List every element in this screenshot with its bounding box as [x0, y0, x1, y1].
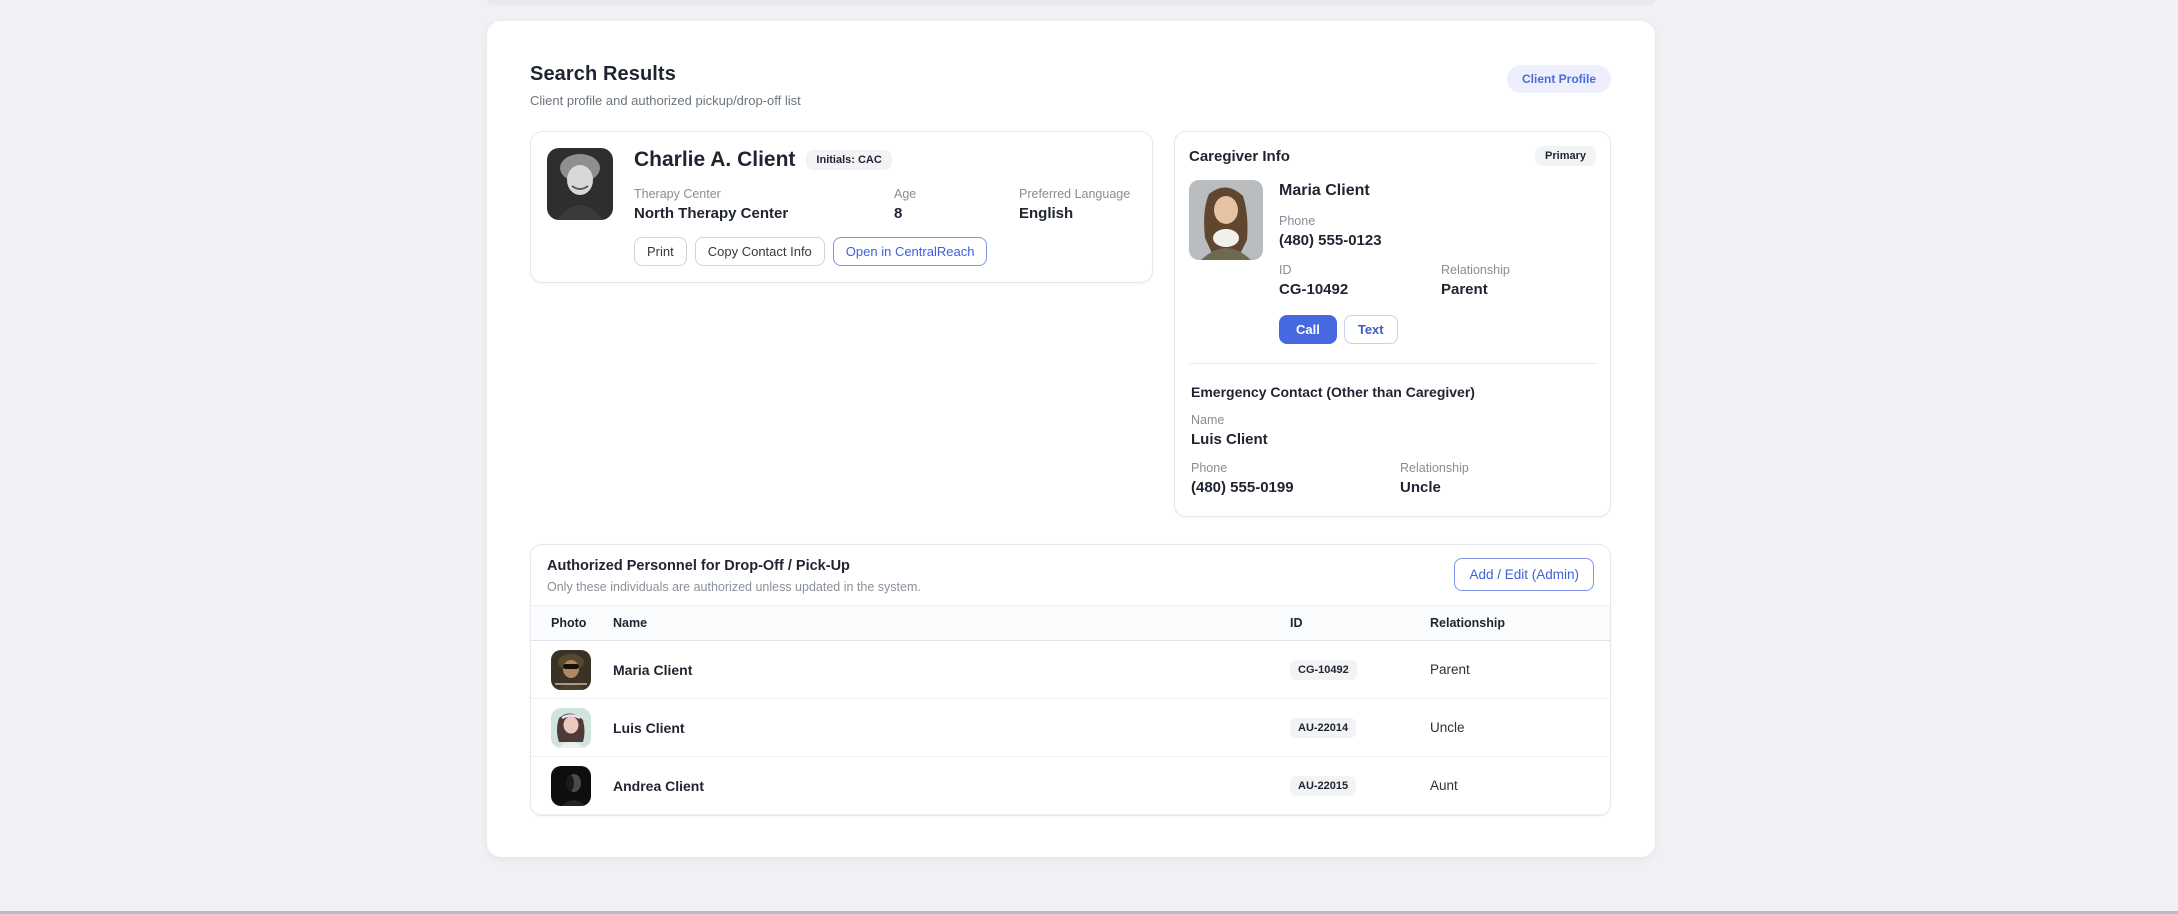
- caregiver-phone-field: Phone (480) 555-0123: [1279, 214, 1596, 249]
- caregiver-divider: [1189, 363, 1596, 364]
- row-name: Maria Client: [613, 662, 1290, 678]
- maria-row-photo: [551, 650, 591, 690]
- caregiver-main: Maria Client Phone (480) 555-0123 ID CG-…: [1279, 180, 1596, 344]
- caregiver-photo: [1189, 180, 1263, 260]
- client-name: Charlie A. Client: [634, 148, 795, 172]
- caregiver-name: Maria Client: [1279, 182, 1596, 200]
- caregiver-body: Maria Client Phone (480) 555-0123 ID CG-…: [1189, 180, 1596, 344]
- call-button[interactable]: Call: [1279, 315, 1337, 344]
- table-header-row: Photo Name ID Relationship: [531, 605, 1610, 641]
- field-therapy-center: Therapy Center North Therapy Center: [634, 187, 894, 222]
- field-label: Age: [894, 187, 1019, 201]
- row-relationship: Aunt: [1430, 778, 1590, 793]
- column-header-name: Name: [613, 606, 1290, 640]
- field-value: CG-10492: [1279, 281, 1441, 298]
- field-value: English: [1019, 205, 1136, 222]
- row-id-badge: AU-22015: [1290, 776, 1356, 796]
- emergency-relationship-field: Relationship Uncle: [1400, 461, 1594, 496]
- field-label: ID: [1279, 263, 1441, 277]
- panel-header-text: Search Results Client profile and author…: [530, 63, 801, 108]
- row-id-badge: AU-22014: [1290, 718, 1356, 738]
- client-card: Charlie A. Client Initials: CAC Therapy …: [530, 131, 1153, 283]
- field-value: North Therapy Center: [634, 205, 894, 222]
- search-results-panel: Search Results Client profile and author…: [487, 21, 1655, 857]
- row-id-cell: CG-10492: [1290, 660, 1430, 680]
- row-id-cell: AU-22014: [1290, 718, 1430, 738]
- emergency-phone-relationship: Phone (480) 555-0199 Relationship Uncle: [1191, 461, 1594, 496]
- top-edge-strip: [487, 0, 1655, 5]
- page-subtitle: Client profile and authorized pickup/dro…: [530, 93, 801, 108]
- table-row: Maria Client CG-10492 Parent: [531, 641, 1610, 699]
- add-edit-admin-button[interactable]: Add / Edit (Admin): [1454, 558, 1594, 591]
- client-photo: [547, 148, 613, 220]
- row-name: Andrea Client: [613, 778, 1290, 794]
- text-button[interactable]: Text: [1344, 315, 1398, 344]
- field-label: Preferred Language: [1019, 187, 1136, 201]
- caregiver-title: Caregiver Info: [1189, 148, 1290, 165]
- row-photo: [551, 708, 591, 748]
- row-name: Luis Client: [613, 720, 1290, 736]
- row-relationship: Uncle: [1430, 720, 1590, 735]
- authorized-header-text: Authorized Personnel for Drop-Off / Pick…: [547, 558, 921, 594]
- field-value: Uncle: [1400, 479, 1594, 496]
- andrea-row-photo: [551, 766, 591, 806]
- row-photo: [551, 766, 591, 806]
- field-label: Phone: [1279, 214, 1596, 228]
- client-fields: Therapy Center North Therapy Center Age …: [634, 187, 1136, 222]
- field-label: Relationship: [1441, 263, 1596, 277]
- field-value: (480) 555-0199: [1191, 479, 1400, 496]
- panel-header: Search Results Client profile and author…: [530, 63, 1611, 108]
- charlie-photo: [547, 148, 613, 220]
- maria-caregiver-photo: [1189, 180, 1263, 260]
- table-row: Luis Client AU-22014 Uncle: [531, 699, 1610, 757]
- caregiver-id-field: ID CG-10492: [1279, 263, 1441, 298]
- row-id-badge: CG-10492: [1290, 660, 1357, 680]
- caregiver-header: Caregiver Info Primary: [1189, 146, 1596, 166]
- field-value: 8: [894, 205, 1019, 222]
- copy-contact-info-button[interactable]: Copy Contact Info: [695, 237, 825, 266]
- client-profile-badge: Client Profile: [1507, 65, 1611, 93]
- authorized-header: Authorized Personnel for Drop-Off / Pick…: [531, 545, 1610, 605]
- field-label: Relationship: [1400, 461, 1594, 475]
- authorized-subtitle: Only these individuals are authorized un…: [547, 580, 921, 594]
- authorized-title: Authorized Personnel for Drop-Off / Pick…: [547, 558, 921, 574]
- open-in-centralreach-button[interactable]: Open in CentralReach: [833, 237, 988, 266]
- emergency-contact-section: Emergency Contact (Other than Caregiver)…: [1189, 384, 1596, 496]
- column-header-id: ID: [1290, 606, 1430, 640]
- table-row: Andrea Client AU-22015 Aunt: [531, 757, 1610, 815]
- caregiver-relationship-field: Relationship Parent: [1441, 263, 1596, 298]
- field-value: Luis Client: [1191, 431, 1594, 448]
- row-photo: [551, 650, 591, 690]
- emergency-name-field: Name Luis Client: [1191, 413, 1594, 448]
- emergency-title: Emergency Contact (Other than Caregiver): [1191, 384, 1594, 400]
- client-name-row: Charlie A. Client Initials: CAC: [634, 148, 1136, 172]
- column-header-photo: Photo: [551, 606, 613, 640]
- authorized-personnel-card: Authorized Personnel for Drop-Off / Pick…: [530, 544, 1611, 816]
- field-preferred-language: Preferred Language English: [1019, 187, 1136, 222]
- caregiver-actions: Call Text: [1279, 315, 1596, 344]
- emergency-phone-field: Phone (480) 555-0199: [1191, 461, 1400, 496]
- caregiver-id-relationship: ID CG-10492 Relationship Parent: [1279, 263, 1596, 298]
- client-initials-badge: Initials: CAC: [806, 150, 891, 170]
- field-value: (480) 555-0123: [1279, 232, 1596, 249]
- top-cards-row: Charlie A. Client Initials: CAC Therapy …: [530, 131, 1611, 517]
- primary-badge: Primary: [1535, 146, 1596, 166]
- field-age: Age 8: [894, 187, 1019, 222]
- page-title: Search Results: [530, 63, 801, 86]
- luis-row-photo: [551, 708, 591, 748]
- row-relationship: Parent: [1430, 662, 1590, 677]
- column-header-relationship: Relationship: [1430, 606, 1590, 640]
- client-actions: Print Copy Contact Info Open in CentralR…: [634, 237, 1136, 266]
- field-label: Therapy Center: [634, 187, 894, 201]
- caregiver-card: Caregiver Info Primary Maria Client: [1174, 131, 1611, 517]
- field-label: Name: [1191, 413, 1594, 427]
- print-button[interactable]: Print: [634, 237, 687, 266]
- field-value: Parent: [1441, 281, 1596, 298]
- client-main: Charlie A. Client Initials: CAC Therapy …: [634, 148, 1136, 266]
- row-id-cell: AU-22015: [1290, 776, 1430, 796]
- field-label: Phone: [1191, 461, 1400, 475]
